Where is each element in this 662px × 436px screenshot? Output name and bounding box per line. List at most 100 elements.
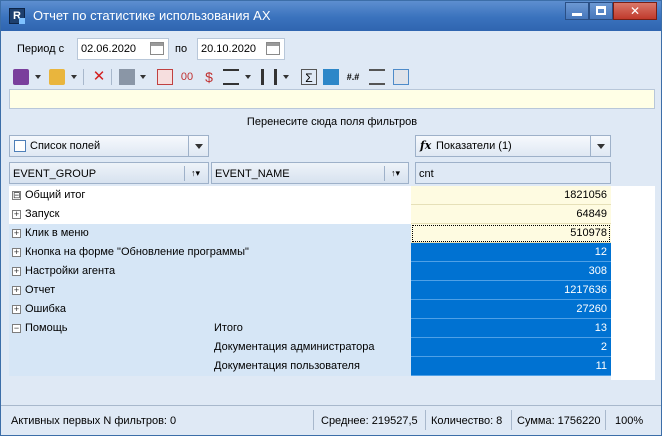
pivot-grid: Список полей fx Показатели (1) EVENT_GRO… — [9, 135, 655, 397]
delete-icon[interactable]: ✕ — [91, 69, 107, 85]
expand-icon[interactable]: + — [12, 286, 21, 295]
row-label: Ошибка — [25, 303, 66, 315]
column-header-event-group[interactable]: EVENT_GROUP ↑▾ — [9, 162, 209, 184]
columns-icon[interactable] — [261, 69, 277, 85]
sort-filter-icon[interactable]: ↑▾ — [384, 166, 406, 181]
row-sublabel: Документация администратора — [214, 341, 375, 353]
columns-dropdown-icon[interactable] — [283, 75, 289, 79]
status-separator — [425, 410, 426, 430]
grid-icon[interactable] — [157, 69, 173, 85]
table-row[interactable]: + Запуск — [9, 205, 411, 224]
date-to-field[interactable]: 20.10.2020 — [197, 38, 285, 60]
measures-label: Показатели (1) — [436, 140, 512, 152]
save-dropdown-icon[interactable] — [35, 75, 41, 79]
column-header-event-name[interactable]: EVENT_NAME ↑▾ — [211, 162, 409, 184]
zoom-status: 100% — [615, 415, 644, 427]
chart-icon[interactable] — [323, 69, 339, 85]
table-row[interactable]: + Кнопка на форме "Обновление программы" — [9, 243, 411, 262]
filter-drop-hint: Перенесите сюда поля фильтров — [246, 116, 418, 128]
chevron-down-icon[interactable] — [590, 136, 610, 156]
calendar-icon[interactable] — [150, 42, 164, 55]
value-cell[interactable]: 64849 — [411, 205, 611, 224]
value-cell[interactable]: 27260 — [411, 300, 611, 319]
pivot-body: ⊟ Общий итог + Запуск + Клик в меню + Кнопка на… — [9, 186, 655, 380]
strike-icon[interactable]: 00 — [179, 69, 195, 85]
collapse-icon[interactable]: − — [12, 324, 21, 333]
table-row[interactable]: Документация пользователя — [9, 357, 411, 376]
number-format-icon[interactable]: #.# — [345, 69, 361, 85]
value-cell[interactable]: 13 — [411, 319, 611, 338]
formula-icon: fx — [420, 139, 432, 152]
field-list-icon — [14, 140, 26, 152]
field-list-label: Список полей — [30, 140, 101, 152]
export-dropdown-icon[interactable] — [140, 75, 146, 79]
info-icon[interactable] — [393, 69, 409, 85]
row-label: Кнопка на форме "Обновление программы" — [25, 246, 249, 258]
expand-icon[interactable]: + — [12, 229, 21, 238]
date-to-value: 20.10.2020 — [201, 43, 257, 55]
status-bar: Активных первых N фильтров: 0 Среднее: 2… — [1, 405, 661, 435]
table-row[interactable]: Документация администратора — [9, 338, 411, 357]
open-folder-icon[interactable] — [49, 69, 65, 85]
date-from-value: 02.06.2020 — [81, 43, 137, 55]
value-cell[interactable]: 12 — [411, 243, 611, 262]
table-row[interactable]: + Ошибка — [9, 300, 411, 319]
filter-expression-bar[interactable] — [9, 89, 655, 109]
sum-status: Сумма: 1756220 — [517, 415, 601, 427]
align-icon[interactable] — [223, 69, 239, 85]
table-row[interactable]: − Помощь Итого — [9, 319, 411, 338]
value-cell[interactable]: 1217636 — [411, 281, 611, 300]
chevron-down-icon[interactable] — [188, 136, 208, 156]
open-dropdown-icon[interactable] — [71, 75, 77, 79]
align-dropdown-icon[interactable] — [245, 75, 251, 79]
table-row[interactable]: + Настройки агента — [9, 262, 411, 281]
measure-column-label: cnt — [419, 168, 434, 180]
row-label: Отчет — [25, 284, 56, 296]
value-cell[interactable]: 308 — [411, 262, 611, 281]
grid-empty-area — [611, 186, 655, 380]
date-from-field[interactable]: 02.06.2020 — [77, 38, 169, 60]
row-sublabel: Документация пользователя — [214, 360, 360, 372]
minimize-button[interactable] — [565, 2, 589, 20]
value-cell[interactable]: 2 — [411, 338, 611, 357]
calendar-icon[interactable] — [266, 42, 280, 55]
table-row[interactable]: + Клик в меню — [9, 224, 411, 243]
measure-column-header[interactable]: cnt — [415, 162, 611, 184]
values-area: 1821056 64849 510978 12 308 1217636 27260 13 2 11 — [411, 186, 611, 380]
sort-filter-icon[interactable]: ↑▾ — [184, 166, 206, 181]
value-cell[interactable]: 1821056 — [411, 186, 611, 205]
measures-dropdown[interactable]: fx Показатели (1) — [415, 135, 611, 157]
status-separator — [313, 410, 314, 430]
field-list-dropdown[interactable]: Список полей — [9, 135, 209, 157]
value-cell[interactable]: 11 — [411, 357, 611, 376]
expand-icon[interactable]: + — [12, 305, 21, 314]
expand-icon[interactable]: + — [12, 210, 21, 219]
list-icon[interactable] — [369, 69, 385, 85]
row-headers-area: ⊟ Общий итог + Запуск + Клик в меню + Кнопка на… — [9, 186, 411, 380]
status-separator — [511, 410, 512, 430]
export-icon[interactable] — [119, 69, 135, 85]
collapse-icon[interactable]: ⊟ — [12, 191, 21, 200]
table-row[interactable]: ⊟ Общий итог — [9, 186, 411, 205]
toolbar: ✕ 00 $ Σ #.# — [9, 67, 657, 87]
period-to-label: по — [175, 43, 188, 55]
expand-icon[interactable]: + — [12, 248, 21, 257]
row-label: Помощь — [25, 322, 68, 334]
table-row[interactable]: + Отчет — [9, 281, 411, 300]
window-title: Отчет по статистике использования АХ — [33, 8, 271, 23]
close-button[interactable]: ✕ — [613, 2, 657, 20]
maximize-button[interactable] — [589, 2, 613, 20]
toolbar-separator — [83, 69, 84, 85]
expand-icon[interactable]: + — [12, 267, 21, 276]
count-status: Количество: 8 — [431, 415, 503, 427]
sum-icon[interactable]: Σ — [301, 69, 317, 85]
period-from-label: Период с — [17, 43, 65, 55]
title-bar[interactable]: R Отчет по статистике использования АХ ✕ — [1, 1, 661, 31]
save-icon[interactable] — [13, 69, 29, 85]
value-cell[interactable]: 510978 — [411, 224, 611, 243]
event-group-label: EVENT_GROUP — [13, 168, 97, 180]
close-icon: ✕ — [629, 4, 641, 18]
row-label: Общий итог — [25, 189, 86, 201]
currency-icon[interactable]: $ — [201, 69, 217, 85]
app-icon: R — [9, 8, 25, 24]
